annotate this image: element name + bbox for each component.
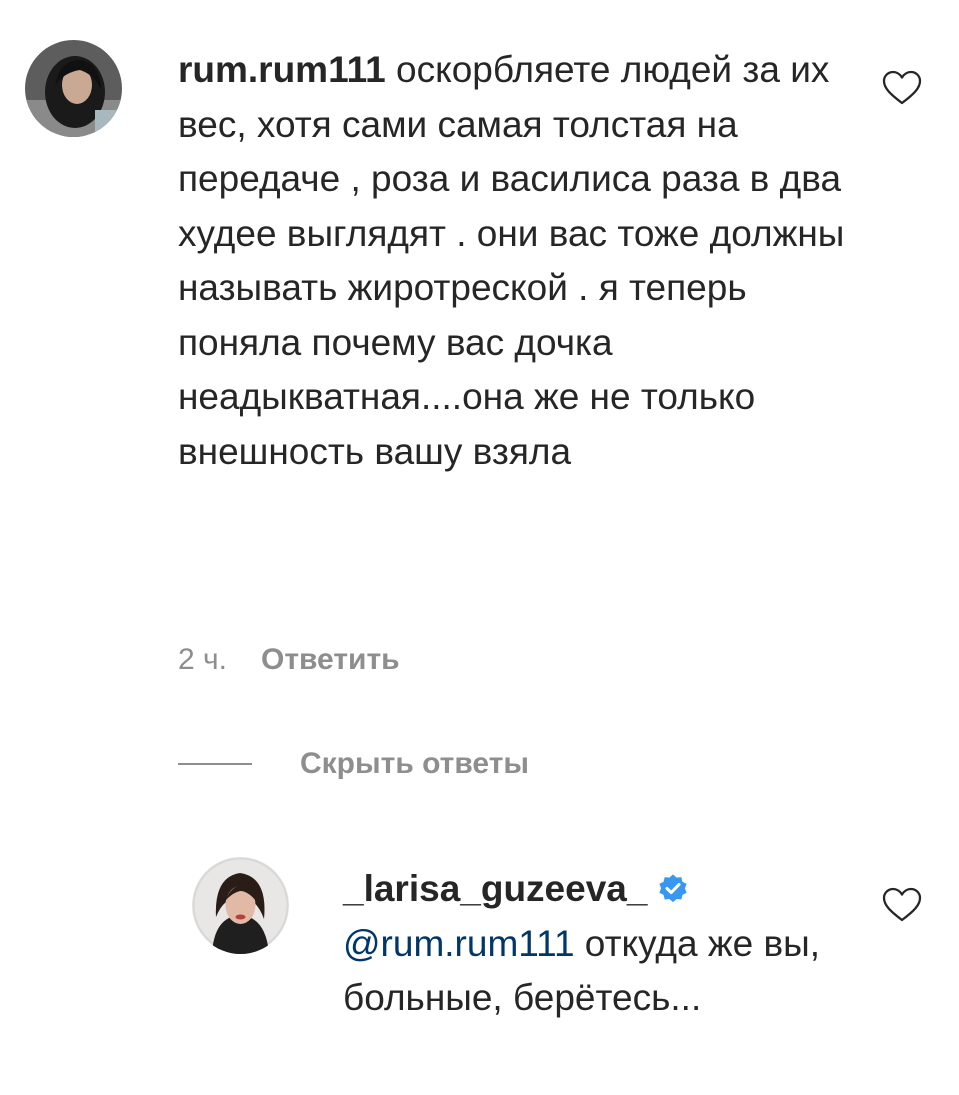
reply-mention-link[interactable]: @rum.rum111 <box>343 923 575 964</box>
comment-body: rum.rum111 оскорбляете людей за их вес, … <box>178 43 858 479</box>
reply-comment: _larisa_guzeeva_ @rum.rum111 откуда же в… <box>0 840 959 1095</box>
heart-outline-icon[interactable] <box>882 70 922 106</box>
hide-replies-label: Скрыть ответы <box>300 747 530 780</box>
commenter-avatar[interactable] <box>25 40 122 137</box>
reply-body: _larisa_guzeeva_ @rum.rum111 откуда же в… <box>343 862 863 1026</box>
reply-button[interactable]: Ответить <box>261 643 400 677</box>
comment-timestamp: 2 ч. <box>178 643 227 676</box>
reply-avatar[interactable] <box>192 857 289 954</box>
hide-replies-button[interactable]: Скрыть ответы <box>178 744 529 784</box>
comment-username[interactable]: rum.rum111 <box>178 49 386 90</box>
replies-divider-line <box>178 763 252 765</box>
heart-outline-icon[interactable] <box>882 887 922 923</box>
reply-username[interactable]: _larisa_guzeeva_ <box>343 868 647 909</box>
comment: rum.rum111 оскорбляете людей за их вес, … <box>0 0 959 700</box>
verified-badge-icon <box>659 874 688 903</box>
comment-text: оскорбляете людей за их вес, хотя сами с… <box>178 49 845 472</box>
comment-meta: 2 ч. Ответить <box>178 640 400 680</box>
